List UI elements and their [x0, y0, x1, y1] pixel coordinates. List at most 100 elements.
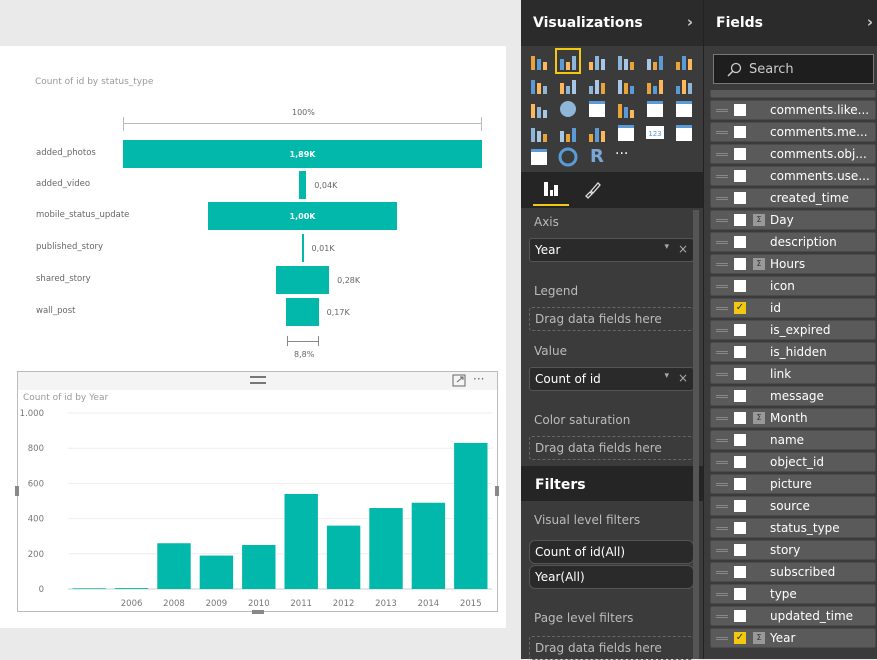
resize-handle[interactable]	[252, 610, 264, 614]
field-checkbox[interactable]: ✓	[734, 632, 746, 644]
more-icon[interactable]: ···	[615, 146, 637, 168]
bar[interactable]	[326, 525, 361, 589]
drag-grip-icon[interactable]	[716, 329, 728, 332]
field-checkbox[interactable]	[734, 192, 746, 204]
card-icon[interactable]: 123	[644, 122, 666, 144]
bar[interactable]	[411, 502, 446, 589]
drag-grip-icon[interactable]	[716, 175, 728, 178]
gauge-icon[interactable]	[586, 122, 608, 144]
field-row[interactable]: subscribed	[710, 562, 876, 582]
field-row[interactable]: is_hidden	[710, 342, 876, 362]
fields-tab-icon[interactable]	[543, 181, 559, 197]
multirow-card-icon[interactable]	[615, 122, 637, 144]
field-row[interactable]: description	[710, 232, 876, 252]
field-checkbox[interactable]	[734, 104, 746, 116]
collapse-chevron-icon[interactable]: ›	[687, 13, 693, 31]
field-row[interactable]: status_type	[710, 518, 876, 538]
funnel-bar[interactable]: 1,89K	[123, 140, 482, 168]
line-chart-icon[interactable]	[528, 74, 550, 96]
drag-grip-icon[interactable]	[716, 527, 728, 530]
field-checkbox[interactable]	[734, 346, 746, 358]
field-checkbox[interactable]	[734, 258, 746, 270]
remove-icon[interactable]: ×	[678, 242, 688, 256]
drag-grip-icon[interactable]	[716, 461, 728, 464]
treemap-icon[interactable]	[586, 98, 608, 120]
field-row[interactable]: icon	[710, 276, 876, 296]
field-row[interactable]: ✓ Σ Year	[710, 628, 876, 648]
field-row[interactable]: link	[710, 364, 876, 384]
bar[interactable]	[72, 588, 106, 589]
drag-grip-icon[interactable]	[716, 549, 728, 552]
field-checkbox[interactable]	[734, 368, 746, 380]
field-checkbox[interactable]	[734, 478, 746, 490]
field-checkbox[interactable]	[734, 324, 746, 336]
funnel-bar[interactable]	[298, 171, 307, 199]
bar[interactable]	[199, 555, 234, 589]
field-row[interactable]: message	[710, 386, 876, 406]
drag-grip-icon[interactable]	[716, 197, 728, 200]
matrix-icon[interactable]	[673, 98, 695, 120]
field-row[interactable]: Σ Month	[710, 408, 876, 428]
drag-grip-icon[interactable]	[716, 593, 728, 596]
drag-grip-icon[interactable]	[716, 109, 728, 112]
field-row[interactable]: updated_time	[710, 606, 876, 626]
bar[interactable]	[242, 545, 276, 589]
field-checkbox[interactable]	[734, 390, 746, 402]
ribbon-chart-icon[interactable]	[673, 74, 695, 96]
field-checkbox[interactable]	[734, 126, 746, 138]
scrollbar[interactable]	[693, 210, 699, 659]
color-saturation-drop-zone[interactable]: Drag data fields here	[529, 436, 694, 460]
field-row[interactable]: comments.like...	[710, 100, 876, 120]
filter-count-of-id[interactable]: Count of id(All)	[529, 540, 694, 564]
bar[interactable]	[114, 588, 149, 589]
field-row[interactable]: object_id	[710, 452, 876, 472]
field-row[interactable]	[710, 90, 876, 98]
drag-grip-icon[interactable]	[716, 483, 728, 486]
focus-mode-icon[interactable]	[452, 374, 466, 387]
field-checkbox[interactable]	[734, 588, 746, 600]
field-checkbox[interactable]	[734, 236, 746, 248]
resize-handle[interactable]	[15, 486, 19, 496]
resize-handle[interactable]	[495, 486, 499, 496]
field-checkbox[interactable]	[734, 170, 746, 182]
drag-grip-icon[interactable]	[716, 219, 728, 222]
r-visual-icon[interactable]: R	[586, 146, 608, 168]
drag-grip-icon[interactable]	[716, 131, 728, 134]
kpi-icon[interactable]	[673, 122, 695, 144]
field-checkbox[interactable]	[734, 610, 746, 622]
field-checkbox[interactable]	[734, 500, 746, 512]
field-row[interactable]: is_expired	[710, 320, 876, 340]
field-row[interactable]: name	[710, 430, 876, 450]
collapse-chevron-icon[interactable]: ›	[867, 13, 873, 31]
stacked-bar-icon[interactable]	[528, 50, 550, 72]
field-checkbox[interactable]	[734, 522, 746, 534]
stacked-column-icon[interactable]	[555, 48, 581, 74]
field-checkbox[interactable]	[734, 412, 746, 424]
search-input[interactable]: Search	[713, 54, 874, 84]
drag-grip-icon[interactable]	[716, 637, 728, 640]
field-checkbox[interactable]	[734, 214, 746, 226]
field-row[interactable]: ✓ id	[710, 298, 876, 318]
funnel-icon[interactable]	[557, 122, 579, 144]
drag-grip-icon[interactable]	[716, 285, 728, 288]
remove-icon[interactable]: ×	[678, 371, 688, 385]
scatter-icon[interactable]	[528, 98, 550, 120]
field-row[interactable]: Σ Day	[710, 210, 876, 230]
drag-grip-icon[interactable]	[716, 307, 728, 310]
map-icon[interactable]	[615, 98, 637, 120]
area-chart-icon[interactable]	[557, 74, 579, 96]
dropdown-icon[interactable]: ▾	[664, 242, 669, 252]
donut-icon[interactable]	[557, 146, 579, 168]
drag-grip-icon[interactable]	[716, 263, 728, 266]
legend-drop-zone[interactable]: Drag data fields here	[529, 307, 694, 331]
clustered-column-icon[interactable]	[615, 50, 637, 72]
100-column-icon[interactable]	[673, 50, 695, 72]
axis-well-year[interactable]: Year ▾ ×	[529, 238, 694, 262]
field-row[interactable]: Σ Hours	[710, 254, 876, 274]
field-checkbox[interactable]	[734, 280, 746, 292]
slicer-icon[interactable]	[528, 146, 550, 168]
drag-grip-icon[interactable]	[716, 373, 728, 376]
drag-grip-icon[interactable]	[716, 153, 728, 156]
field-checkbox[interactable]: ✓	[734, 302, 746, 314]
bar[interactable]	[454, 442, 488, 589]
